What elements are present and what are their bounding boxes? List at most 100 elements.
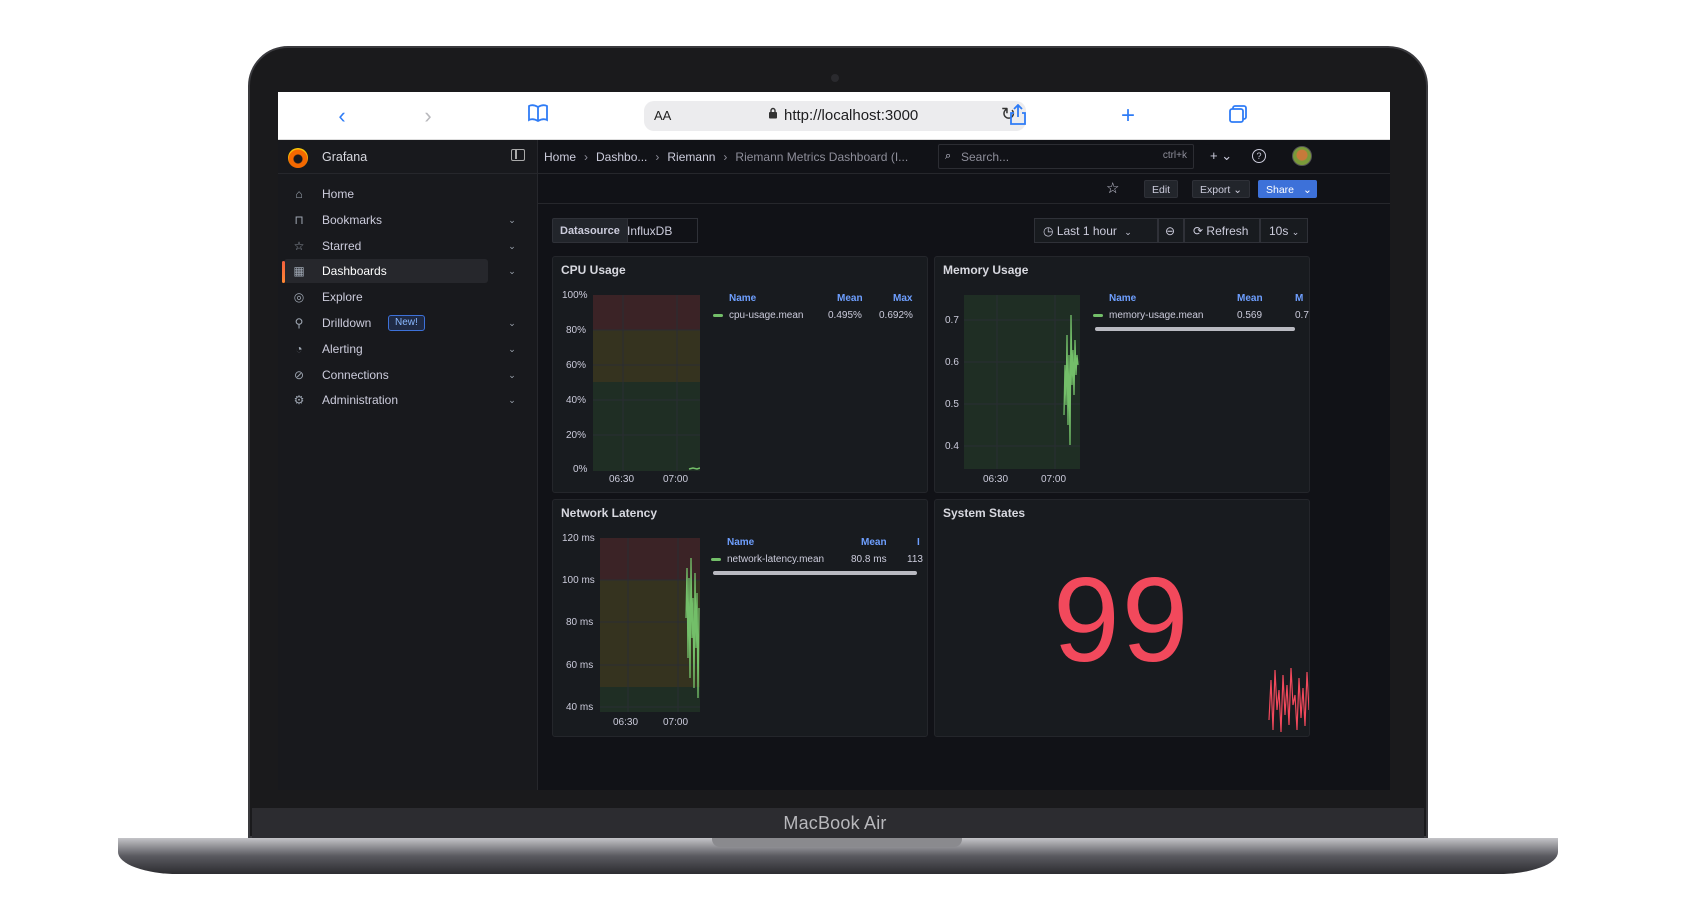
bell-icon: ◔ — [295, 341, 303, 356]
panel-memory-usage[interactable]: Memory Usage 0.7 0.6 0.5 0.4 06:30 07:00 Nam… — [934, 256, 1310, 493]
stat-value: 99 — [1053, 553, 1191, 687]
home-icon: ⌂ — [295, 187, 303, 201]
sidebar-item-dashboards[interactable]: ▦ Dashboards — [282, 259, 488, 284]
sidebar-item-alerting[interactable]: ◔ Alerting — [284, 337, 488, 361]
chevron-down-icon[interactable]: ⌄ — [506, 240, 518, 252]
chevron-down-icon[interactable]: ⌄ — [506, 343, 518, 355]
panel-system-states[interactable]: System States 99 — [934, 499, 1310, 737]
zoom-out-icon[interactable]: ⊖ — [1158, 218, 1184, 243]
refresh-button[interactable]: ⟳ Refresh — [1184, 218, 1260, 243]
tabs-overview-icon[interactable] — [1226, 104, 1250, 128]
apps-icon: ▦ — [293, 264, 305, 279]
panel-network-latency[interactable]: Network Latency 120 ms 100 ms 80 ms 60 ms 40… — [552, 499, 928, 737]
share-button[interactable]: Share — [1258, 180, 1303, 198]
export-label: Export — [1200, 184, 1231, 196]
x-axis-tick-label: 06:30 — [609, 474, 635, 485]
legend-series[interactable]: network-latency.mean — [711, 554, 824, 565]
share-menu-chevron-icon[interactable]: ⌄ — [1298, 180, 1317, 198]
sidebar-item-bookmarks[interactable]: ⊓ Bookmarks — [284, 208, 488, 232]
reader-aa-button[interactable]: AA — [654, 108, 671, 123]
legend-scrollbar[interactable] — [1087, 325, 1303, 333]
chevron-down-icon[interactable]: ⌄ — [506, 369, 518, 381]
time-range-picker[interactable]: ◷ Last 1 hour ⌄ — [1034, 218, 1158, 243]
y-axis-tick-label: 60% — [566, 360, 587, 371]
address-bar[interactable]: AA http://localhost:3000 ↻ — [644, 101, 1026, 131]
y-axis-tick-label: 80 ms — [566, 617, 594, 628]
legend-max: 113 — [907, 554, 923, 565]
refresh-interval-select[interactable]: 10s ⌄ — [1260, 218, 1308, 243]
x-axis-tick-label: 06:30 — [983, 474, 1009, 485]
legend-series[interactable]: cpu-usage.mean — [713, 310, 804, 321]
star-dashboard-icon[interactable]: ☆ — [1106, 179, 1119, 197]
device-brand: MacBook Air — [783, 813, 887, 833]
search-shortcut: ctrl+k — [1162, 150, 1187, 161]
legend-mean: 0.495% — [828, 310, 862, 321]
x-axis-tick-label: 06:30 — [613, 717, 639, 728]
y-axis-tick-label: 100% — [562, 290, 588, 301]
legend-header-mean: Mean — [861, 537, 887, 548]
star-icon: ☆ — [293, 238, 305, 253]
screen: ‹ › AA http://localhost:3000 ↻ + Grafana… — [278, 92, 1390, 790]
breadcrumb-home[interactable]: Home — [544, 150, 576, 164]
y-axis-tick-label: 80% — [566, 325, 587, 336]
cpu-plot — [593, 295, 700, 471]
legend-header-name: Name — [727, 537, 755, 548]
sidebar-item-label: Explore — [322, 290, 363, 305]
sidebar-item-label: Connections — [322, 367, 389, 382]
breadcrumb: Home › Dashbo... › Riemann › Riemann Metrics D… — [544, 150, 909, 164]
sidebar-item-home[interactable]: ⌂ Home — [284, 182, 488, 206]
back-icon[interactable]: ‹ — [330, 104, 354, 128]
breadcrumb-dashboards[interactable]: Dashbo... — [596, 150, 647, 164]
search-input[interactable]: ⌕ Search... ctrl+k — [938, 144, 1194, 169]
help-icon[interactable]: ? — [1252, 149, 1266, 163]
legend-header-mean: Mean — [1237, 293, 1263, 304]
add-new-icon[interactable]: + ⌄ — [1210, 148, 1232, 164]
dock-menu-icon[interactable] — [511, 149, 525, 161]
avatar[interactable] — [1292, 146, 1312, 166]
sidebar-item-administration[interactable]: ⚙ Administration — [284, 388, 488, 412]
y-axis-tick-label: 0.4 — [945, 441, 959, 452]
url-text: http://localhost:3000 — [784, 107, 919, 124]
bookmarks-book-icon[interactable] — [526, 104, 550, 128]
chevron-down-icon[interactable]: ⌄ — [506, 214, 518, 226]
y-axis-tick-label: 0.5 — [945, 399, 959, 410]
y-axis-tick-label: 0.6 — [945, 357, 959, 368]
time-range-label: Last 1 hour — [1056, 224, 1117, 238]
scrollbar-thumb[interactable] — [713, 571, 917, 575]
compass-icon: ◎ — [293, 290, 305, 305]
grafana-app: Grafana ⌂ Home ⊓ Bookmarks ⌄ ☆ Starred ⌄ ▦ Dashbo… — [278, 140, 1390, 790]
drilldown-icon: ⚲ — [294, 316, 304, 330]
export-button[interactable]: Export ⌄ — [1192, 180, 1251, 198]
refresh-label: Refresh — [1206, 224, 1249, 238]
new-tab-icon[interactable]: + — [1116, 104, 1140, 128]
panel-title: Network Latency — [561, 506, 658, 520]
sidebar-item-starred[interactable]: ☆ Starred — [284, 234, 488, 258]
legend-max: 0.692% — [879, 310, 913, 321]
latency-plot — [600, 538, 700, 712]
sidebar-item-connections[interactable]: ⊘ Connections — [284, 363, 488, 387]
legend-series-name: network-latency.mean — [727, 554, 825, 565]
chevron-down-icon[interactable]: ⌄ — [506, 317, 518, 329]
datasource-value: InfluxDB — [627, 224, 673, 238]
y-axis-tick-label: 100 ms — [562, 575, 595, 586]
edit-button[interactable]: Edit — [1144, 180, 1179, 198]
legend-scrollbar[interactable] — [705, 569, 925, 577]
legend-header-max: I — [917, 537, 920, 548]
sidebar-header: Grafana — [278, 140, 537, 174]
panel-cpu-usage[interactable]: CPU Usage 100% 80% 60% 40% 20% 0% 06:30 07:00 … — [552, 256, 928, 493]
y-axis-tick-label: 60 ms — [566, 660, 594, 671]
datasource-select[interactable]: InfluxDB ⌄ — [620, 218, 698, 261]
sidebar-item-label: Bookmarks — [322, 212, 383, 227]
chevron-down-icon[interactable]: ⌄ — [506, 394, 518, 406]
share-icon[interactable] — [1006, 103, 1030, 128]
breadcrumb-folder[interactable]: Riemann — [667, 150, 715, 164]
scrollbar-thumb[interactable] — [1095, 327, 1295, 331]
grafana-logo-icon[interactable] — [288, 148, 308, 168]
chevron-down-icon[interactable]: ⌄ — [506, 265, 518, 277]
sidebar-item-explore[interactable]: ◎ Explore — [284, 285, 488, 309]
y-axis-tick-label: 20% — [566, 430, 587, 441]
sidebar-item-drilldown[interactable]: ⚲ Drilldown New! — [284, 311, 488, 335]
refresh-interval: 10s — [1269, 224, 1289, 238]
forward-icon[interactable]: › — [416, 104, 440, 128]
legend-series[interactable]: memory-usage.mean — [1093, 310, 1203, 321]
